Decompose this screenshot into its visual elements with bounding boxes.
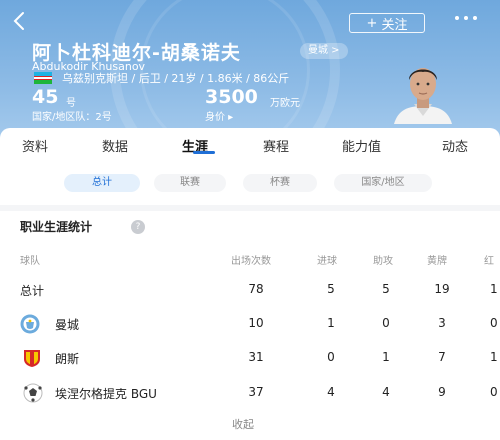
plus-icon: + (366, 15, 378, 31)
market-value: 3500 (205, 86, 258, 108)
assists-value: 5 (382, 282, 390, 296)
yellow-value: 19 (434, 282, 450, 296)
yellow-value: 3 (438, 316, 446, 330)
header-goals: 进球 (317, 256, 337, 267)
goals-value: 0 (327, 350, 335, 364)
team-name: 朗斯 (55, 352, 80, 366)
follow-button[interactable]: + 关注 (349, 13, 425, 33)
apps-value: 31 (248, 350, 264, 364)
header-apps: 出场次数 (231, 256, 271, 267)
collapse-button[interactable]: 收起 (232, 416, 254, 432)
filter-national[interactable]: 国家/地区 (334, 174, 432, 192)
tab-schedule[interactable]: 赛程 (263, 136, 289, 155)
tab-profile[interactable]: 资料 (22, 136, 48, 155)
shirt-number: 45 (32, 86, 59, 108)
filter-cup[interactable]: 杯赛 (243, 174, 317, 192)
more-dots-icon[interactable] (453, 8, 479, 33)
club-link[interactable]: 曼城 > (300, 43, 348, 59)
header-yellow: 黄牌 (427, 256, 447, 267)
tab-ratings[interactable]: 能力值 (342, 136, 381, 155)
team-name: 曼城 (55, 318, 80, 332)
apps-value: 37 (248, 385, 264, 399)
apps-value: 10 (248, 316, 264, 330)
tab-stats[interactable]: 数据 (102, 136, 128, 155)
player-photo (388, 58, 458, 124)
filter-total[interactable]: 总计 (64, 174, 140, 192)
goals-value: 4 (327, 385, 335, 399)
apps-value: 78 (248, 282, 264, 296)
yellow-value: 9 (438, 385, 446, 399)
header-team: 球队 (20, 256, 40, 267)
goals-value: 5 (327, 282, 335, 296)
rc-lens-logo-icon (22, 348, 42, 368)
assists-value: 0 (382, 316, 390, 330)
goals-value: 1 (327, 316, 335, 330)
back-chevron-icon[interactable] (12, 10, 26, 38)
red-value: 0 (490, 385, 498, 399)
tab-bar (0, 128, 500, 166)
assists-value: 1 (382, 350, 390, 364)
help-icon[interactable]: ? (131, 220, 145, 234)
tab-news[interactable]: 动态 (442, 136, 468, 155)
player-details: 乌兹别克斯坦 / 后卫 / 21岁 / 1.86米 / 86公斤 (62, 72, 290, 85)
shirt-number-unit: 号 (66, 98, 76, 109)
header-assists: 助攻 (373, 256, 393, 267)
red-value: 1 (490, 350, 498, 364)
energetik-bgu-logo-icon (22, 383, 43, 403)
uzbekistan-flag-icon (34, 72, 52, 84)
red-value: 1 (490, 282, 498, 296)
red-value: 0 (490, 316, 498, 330)
section-title: 职业生涯统计 (20, 220, 93, 234)
header-red: 红 (484, 256, 494, 267)
team-name: 埃涅尔格提克 BGU (55, 387, 157, 401)
filter-league[interactable]: 联赛 (154, 174, 226, 192)
yellow-value: 7 (438, 350, 446, 364)
national-team-number: 国家/地区队：2号 (32, 112, 112, 123)
active-tab-indicator (193, 151, 215, 154)
follow-label: 关注 (381, 17, 408, 33)
team-name: 总计 (20, 284, 45, 298)
section-divider (0, 205, 500, 211)
market-value-unit: 万欧元 (270, 98, 300, 109)
market-value-link[interactable]: 身价 ▸ (205, 108, 233, 123)
assists-value: 4 (382, 385, 390, 399)
man-city-logo-icon (20, 314, 40, 334)
